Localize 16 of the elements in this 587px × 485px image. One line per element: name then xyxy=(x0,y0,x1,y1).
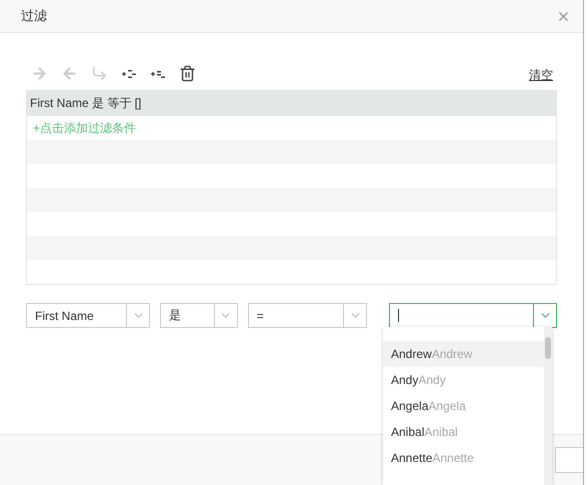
dialog-title: 过滤 xyxy=(21,7,47,25)
field-select[interactable]: First Name xyxy=(26,303,150,328)
scrollbar[interactable] xyxy=(544,327,552,485)
condition-text: First Name 是 等于 [] xyxy=(30,95,142,112)
right-arrow-icon[interactable] xyxy=(31,65,48,82)
dropdown-option[interactable]: AndrewAndrew xyxy=(383,341,544,367)
text-cursor xyxy=(398,309,399,322)
add-branch-icon[interactable] xyxy=(121,68,137,78)
comparison-select[interactable]: = xyxy=(248,303,367,328)
delete-icon[interactable] xyxy=(179,65,196,82)
clear-link[interactable]: 清空 xyxy=(529,67,553,90)
add-rows-icon[interactable] xyxy=(150,68,166,78)
operator-select[interactable]: 是 xyxy=(160,303,238,328)
footer-button[interactable] xyxy=(555,447,583,473)
corner-arrow-icon[interactable] xyxy=(91,65,108,82)
value-combobox[interactable] xyxy=(389,303,557,328)
